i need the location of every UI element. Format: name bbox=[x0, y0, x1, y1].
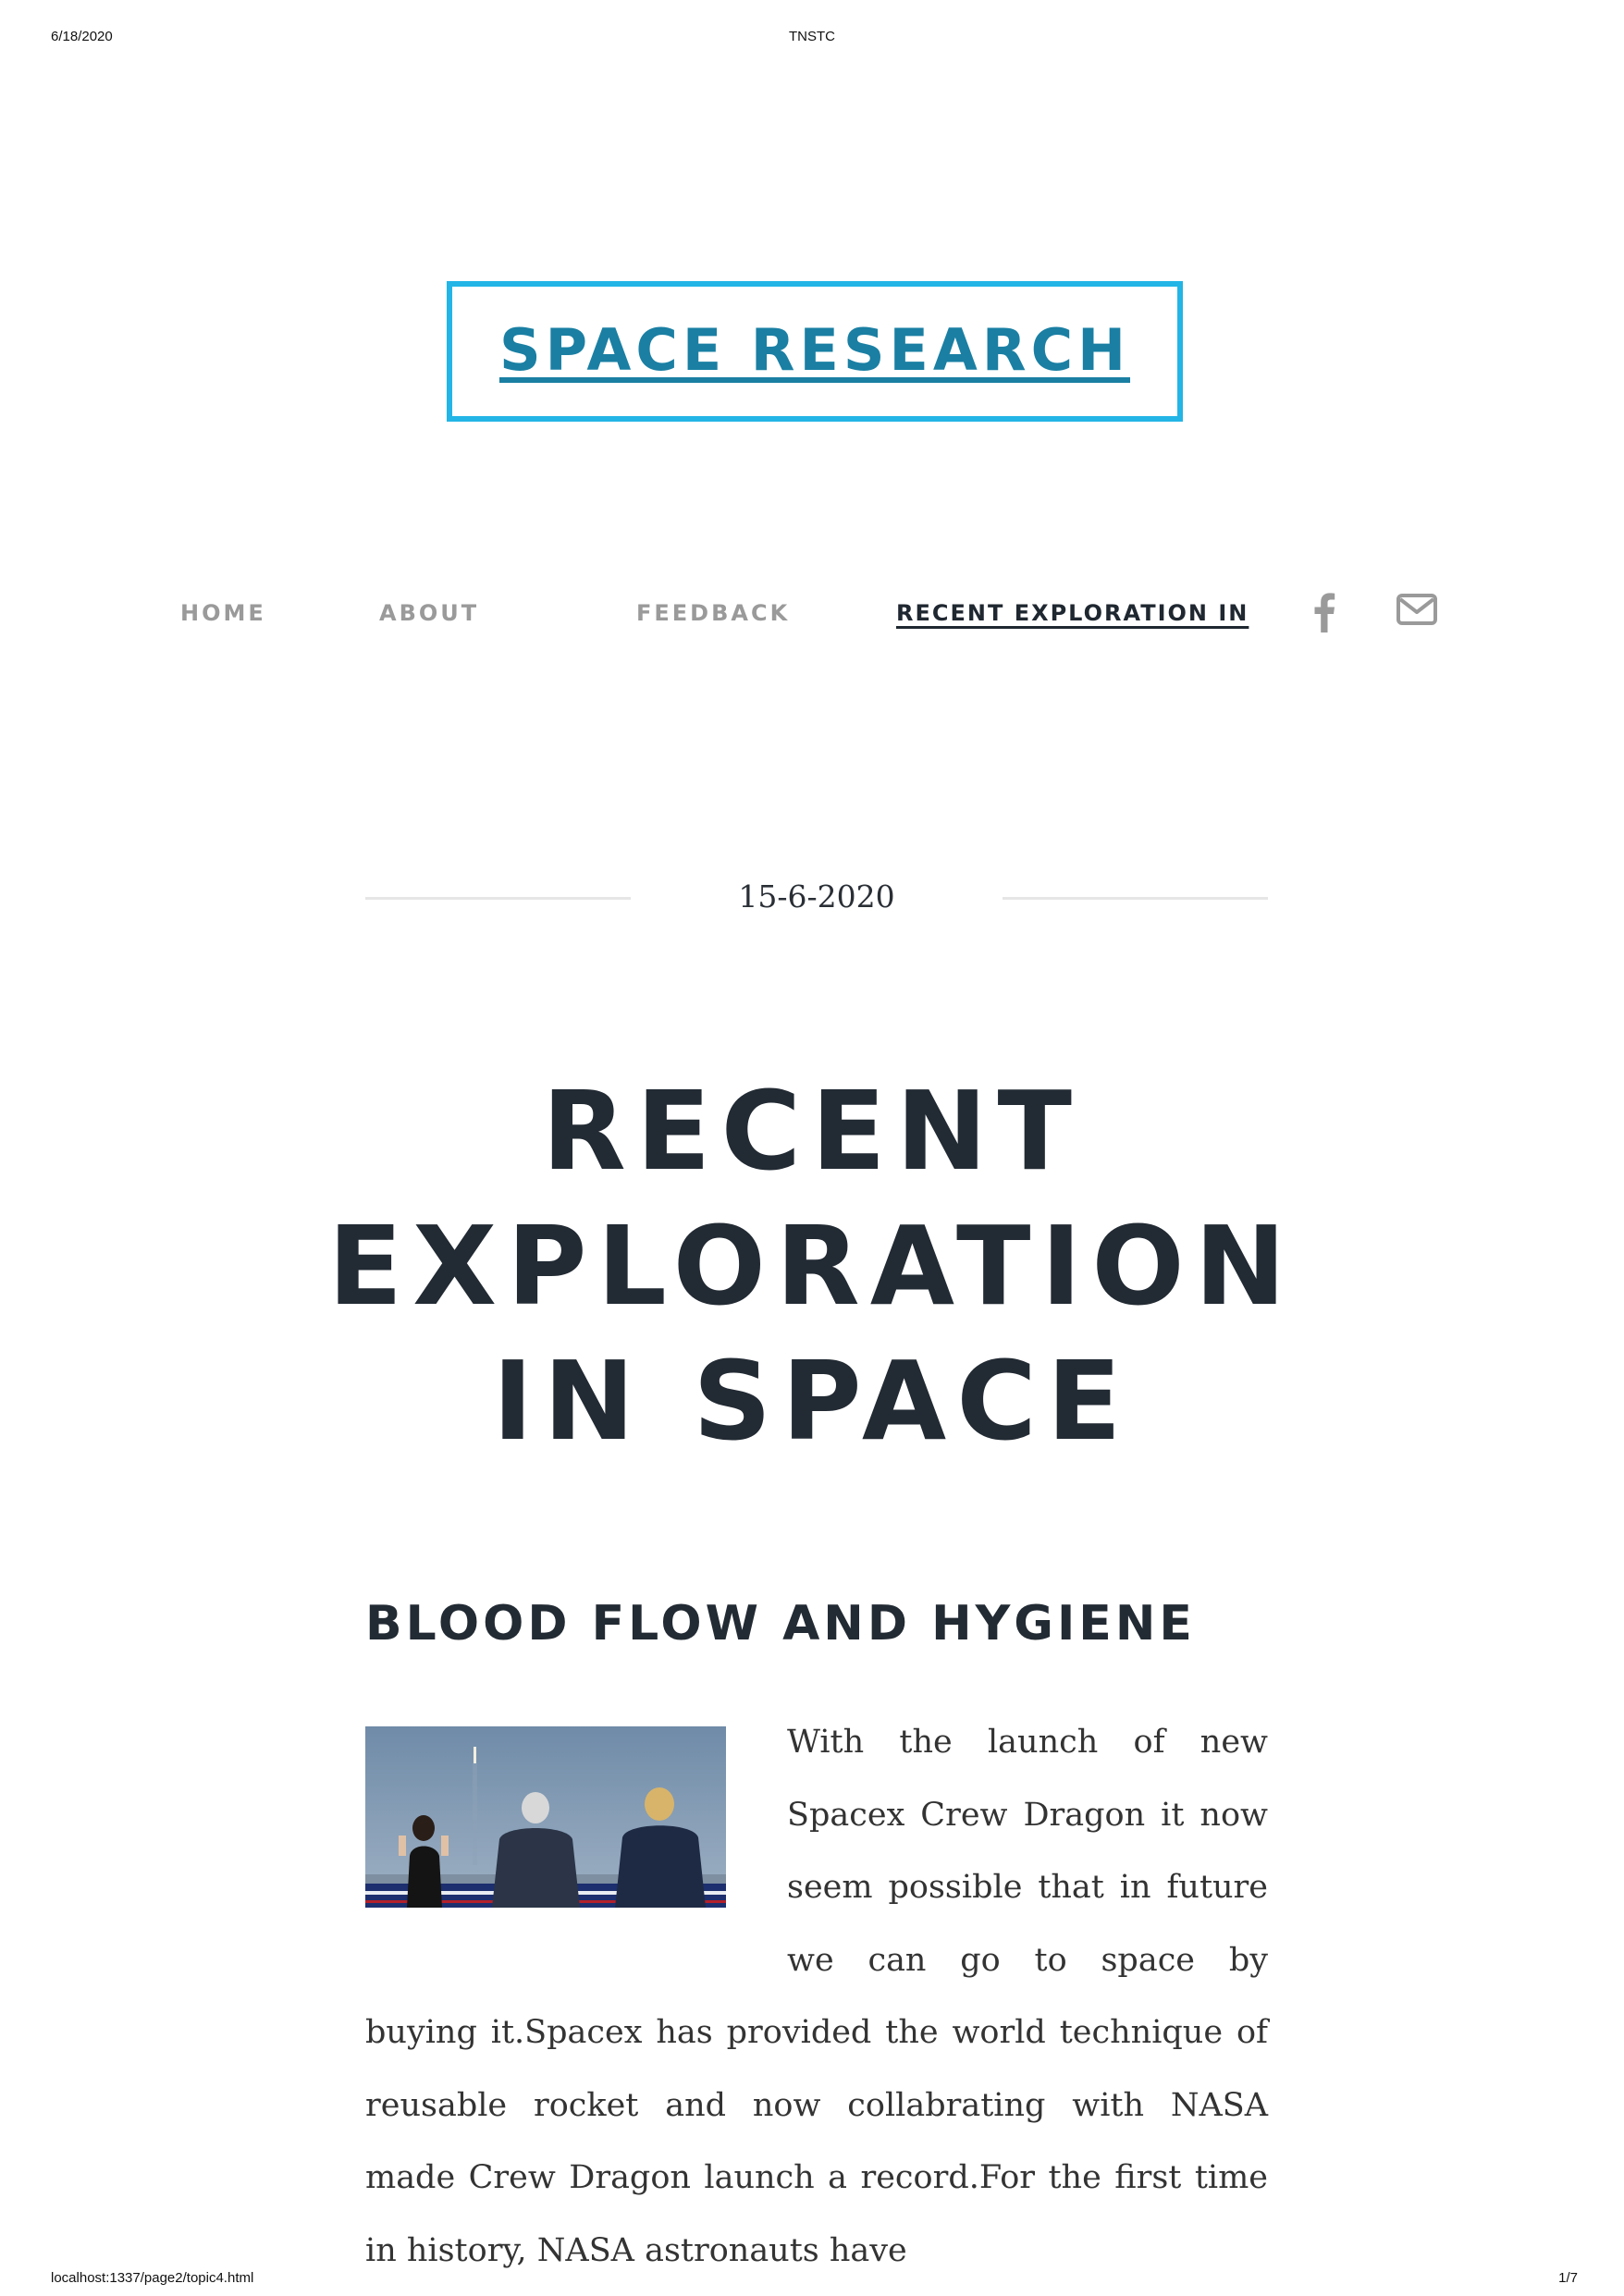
post-title: RECENT EXPLORATION IN SPACE bbox=[327, 1067, 1297, 1465]
launch-photo bbox=[365, 1726, 726, 1908]
date-divider-right bbox=[1003, 897, 1268, 900]
site-title-box: SPACE RESEARCH bbox=[447, 281, 1183, 422]
nav-item-feedback[interactable]: FEEDBACK bbox=[636, 602, 790, 624]
print-page-number: 1/7 bbox=[1558, 2270, 1578, 2286]
mail-icon[interactable] bbox=[1396, 592, 1437, 631]
facebook-icon[interactable] bbox=[1313, 592, 1335, 636]
article-body: With the launch of new Spacex Crew Drago… bbox=[365, 1706, 1268, 2287]
print-page-title: TNSTC bbox=[789, 29, 835, 44]
print-url: localhost:1337/page2/topic4.html bbox=[51, 2270, 254, 2286]
nav-item-about[interactable]: ABOUT bbox=[379, 602, 479, 624]
date-divider-left bbox=[365, 897, 631, 900]
site-title-link[interactable]: SPACE RESEARCH bbox=[499, 316, 1130, 384]
nav-item-home[interactable]: HOME bbox=[180, 602, 266, 624]
post-date: 15-6-2020 bbox=[738, 878, 895, 915]
section-title: BLOOD FLOW AND HYGIENE bbox=[365, 1596, 1196, 1651]
nav-item-recent-exploration[interactable]: RECENT EXPLORATION IN bbox=[896, 602, 1249, 624]
